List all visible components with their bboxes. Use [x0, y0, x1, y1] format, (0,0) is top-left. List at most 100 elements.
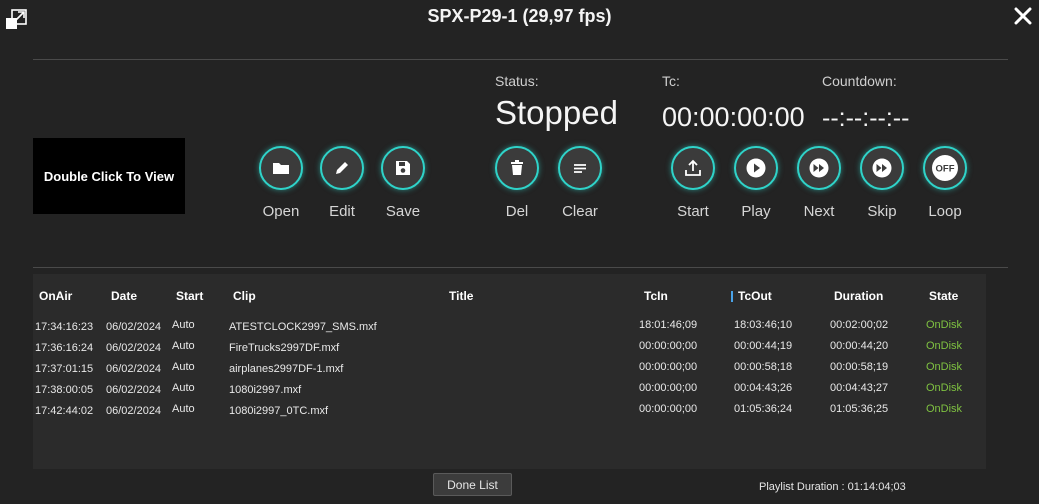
- cell-onair: 17:38:00:05: [35, 384, 94, 396]
- tc-label: Tc:: [662, 73, 680, 89]
- clear-list-icon: [574, 164, 586, 173]
- cell-state: OnDisk: [926, 361, 963, 373]
- cell-date: 06/02/2024: [106, 321, 162, 333]
- column-header-tcout[interactable]: TcOut: [738, 289, 772, 303]
- cell-start: Auto: [172, 319, 195, 331]
- cell-start: Auto: [172, 403, 195, 415]
- cell-date: 06/02/2024: [106, 342, 162, 354]
- cell-clip: airplanes2997DF-1.mxf: [229, 363, 344, 375]
- play-icon: [746, 158, 766, 178]
- cell-onair: 17:37:01:15: [35, 363, 94, 375]
- cell-date: 06/02/2024: [106, 384, 162, 396]
- cell-tcin: 00:00:00;00: [639, 382, 698, 394]
- cell-tcin: 18:01:46;09: [639, 319, 698, 331]
- fast-forward-icon: [809, 158, 829, 178]
- cell-tcin: 00:00:00;00: [639, 361, 698, 373]
- table-row[interactable]: 17:38:00:05 06/02/2024 Auto 1080i2997.mx…: [33, 382, 986, 405]
- playlist-duration: Playlist Duration : 01:14:04;03: [759, 481, 906, 493]
- off-toggle-icon: OFF: [932, 155, 958, 181]
- cell-clip: ATESTCLOCK2997_SMS.mxf: [229, 321, 377, 333]
- next-button[interactable]: Next: [784, 146, 854, 220]
- start-label: Start: [677, 203, 709, 220]
- cell-start: Auto: [172, 382, 195, 394]
- upload-icon: [685, 159, 701, 176]
- floppy-disk-icon: [396, 161, 410, 175]
- open-label: Open: [262, 203, 300, 220]
- del-button[interactable]: Del: [482, 146, 552, 220]
- del-label: Del: [505, 203, 529, 220]
- divider-top: [33, 59, 1008, 60]
- skip-icon: [872, 158, 892, 178]
- cell-state: OnDisk: [926, 403, 963, 415]
- column-header-clip[interactable]: Clip: [233, 289, 256, 303]
- cell-state: OnDisk: [926, 340, 963, 352]
- skip-label: Skip: [867, 203, 897, 220]
- trash-icon: [511, 160, 523, 175]
- loop-label: Loop: [928, 203, 962, 220]
- status-value: Stopped: [495, 94, 618, 131]
- cell-onair: 17:34:16:23: [35, 321, 94, 333]
- clear-button[interactable]: Clear: [545, 146, 615, 220]
- table-row[interactable]: 17:36:16:24 06/02/2024 Auto FireTrucks29…: [33, 340, 986, 363]
- cell-clip: FireTrucks2997DF.mxf: [229, 342, 340, 354]
- save-label: Save: [385, 203, 421, 220]
- column-header-state[interactable]: State: [929, 289, 958, 303]
- playlist-table[interactable]: OnAir Date Start Clip Title TcIn TcOut D…: [33, 274, 986, 469]
- column-header-tcin[interactable]: TcIn: [644, 289, 668, 303]
- cell-clip: 1080i2997.mxf: [229, 384, 302, 396]
- cell-duration: 01:05:36;25: [830, 403, 889, 415]
- edit-button[interactable]: Edit: [307, 146, 377, 220]
- loop-button[interactable]: OFF Loop: [910, 146, 980, 220]
- column-header-title[interactable]: Title: [449, 289, 473, 303]
- column-header-start[interactable]: Start: [176, 289, 203, 303]
- skip-button[interactable]: Skip: [847, 146, 917, 220]
- status-label: Status:: [495, 73, 539, 89]
- cell-duration: 00:02:00;02: [830, 319, 889, 331]
- cell-tcout: 00:00:58;18: [734, 361, 793, 373]
- table-row[interactable]: 17:42:44:02 06/02/2024 Auto 1080i2997_0T…: [33, 403, 986, 426]
- clear-label: Clear: [562, 203, 598, 220]
- column-header-duration[interactable]: Duration: [834, 289, 883, 303]
- folder-icon: [273, 163, 289, 174]
- column-header-onair[interactable]: OnAir: [39, 289, 72, 303]
- cell-duration: 00:00:58;19: [830, 361, 889, 373]
- cell-tcout: 00:04:43;26: [734, 382, 793, 394]
- cell-tcin: 00:00:00;00: [639, 403, 698, 415]
- cell-tcin: 00:00:00;00: [639, 340, 698, 352]
- window-title: SPX-P29-1 (29,97 fps): [427, 6, 612, 26]
- tc-value: 00:00:00:00: [662, 102, 805, 132]
- cell-start: Auto: [172, 361, 195, 373]
- cell-duration: 00:04:43;27: [830, 382, 889, 394]
- cell-tcout: 01:05:36;24: [734, 403, 793, 415]
- cell-duration: 00:00:44;20: [830, 340, 889, 352]
- countdown-label: Countdown:: [822, 73, 897, 89]
- table-row[interactable]: 17:34:16:23 06/02/2024 Auto ATESTCLOCK29…: [33, 319, 986, 342]
- save-button[interactable]: Save: [368, 146, 438, 220]
- next-label: Next: [803, 203, 835, 220]
- start-button[interactable]: Start: [658, 146, 728, 220]
- preview-pane[interactable]: Double Click To View: [33, 138, 185, 214]
- close-icon[interactable]: [1011, 4, 1035, 28]
- preview-label: Double Click To View: [43, 168, 175, 184]
- cell-tcout: 00:00:44;19: [734, 340, 793, 352]
- countdown-value: --:--:--:--: [822, 104, 910, 132]
- cell-start: Auto: [172, 340, 195, 352]
- cell-onair: 17:36:16:24: [35, 342, 94, 354]
- cell-onair: 17:42:44:02: [35, 405, 94, 417]
- play-button[interactable]: Play: [721, 146, 791, 220]
- table-row[interactable]: 17:37:01:15 06/02/2024 Auto airplanes299…: [33, 361, 986, 384]
- pencil-icon: [336, 162, 348, 174]
- cell-state: OnDisk: [926, 382, 963, 394]
- cell-date: 06/02/2024: [106, 405, 162, 417]
- cell-tcout: 18:03:46;10: [734, 319, 793, 331]
- edit-label: Edit: [329, 203, 355, 220]
- open-button[interactable]: Open: [246, 146, 316, 220]
- cell-date: 06/02/2024: [106, 363, 162, 375]
- cell-clip: 1080i2997_0TC.mxf: [229, 405, 329, 417]
- play-label: Play: [741, 203, 771, 220]
- column-header-date[interactable]: Date: [111, 289, 137, 303]
- done-list-button[interactable]: Done List: [433, 473, 512, 496]
- column-resize-handle[interactable]: [731, 291, 733, 302]
- cell-state: OnDisk: [926, 319, 963, 331]
- svg-text:OFF: OFF: [936, 164, 955, 175]
